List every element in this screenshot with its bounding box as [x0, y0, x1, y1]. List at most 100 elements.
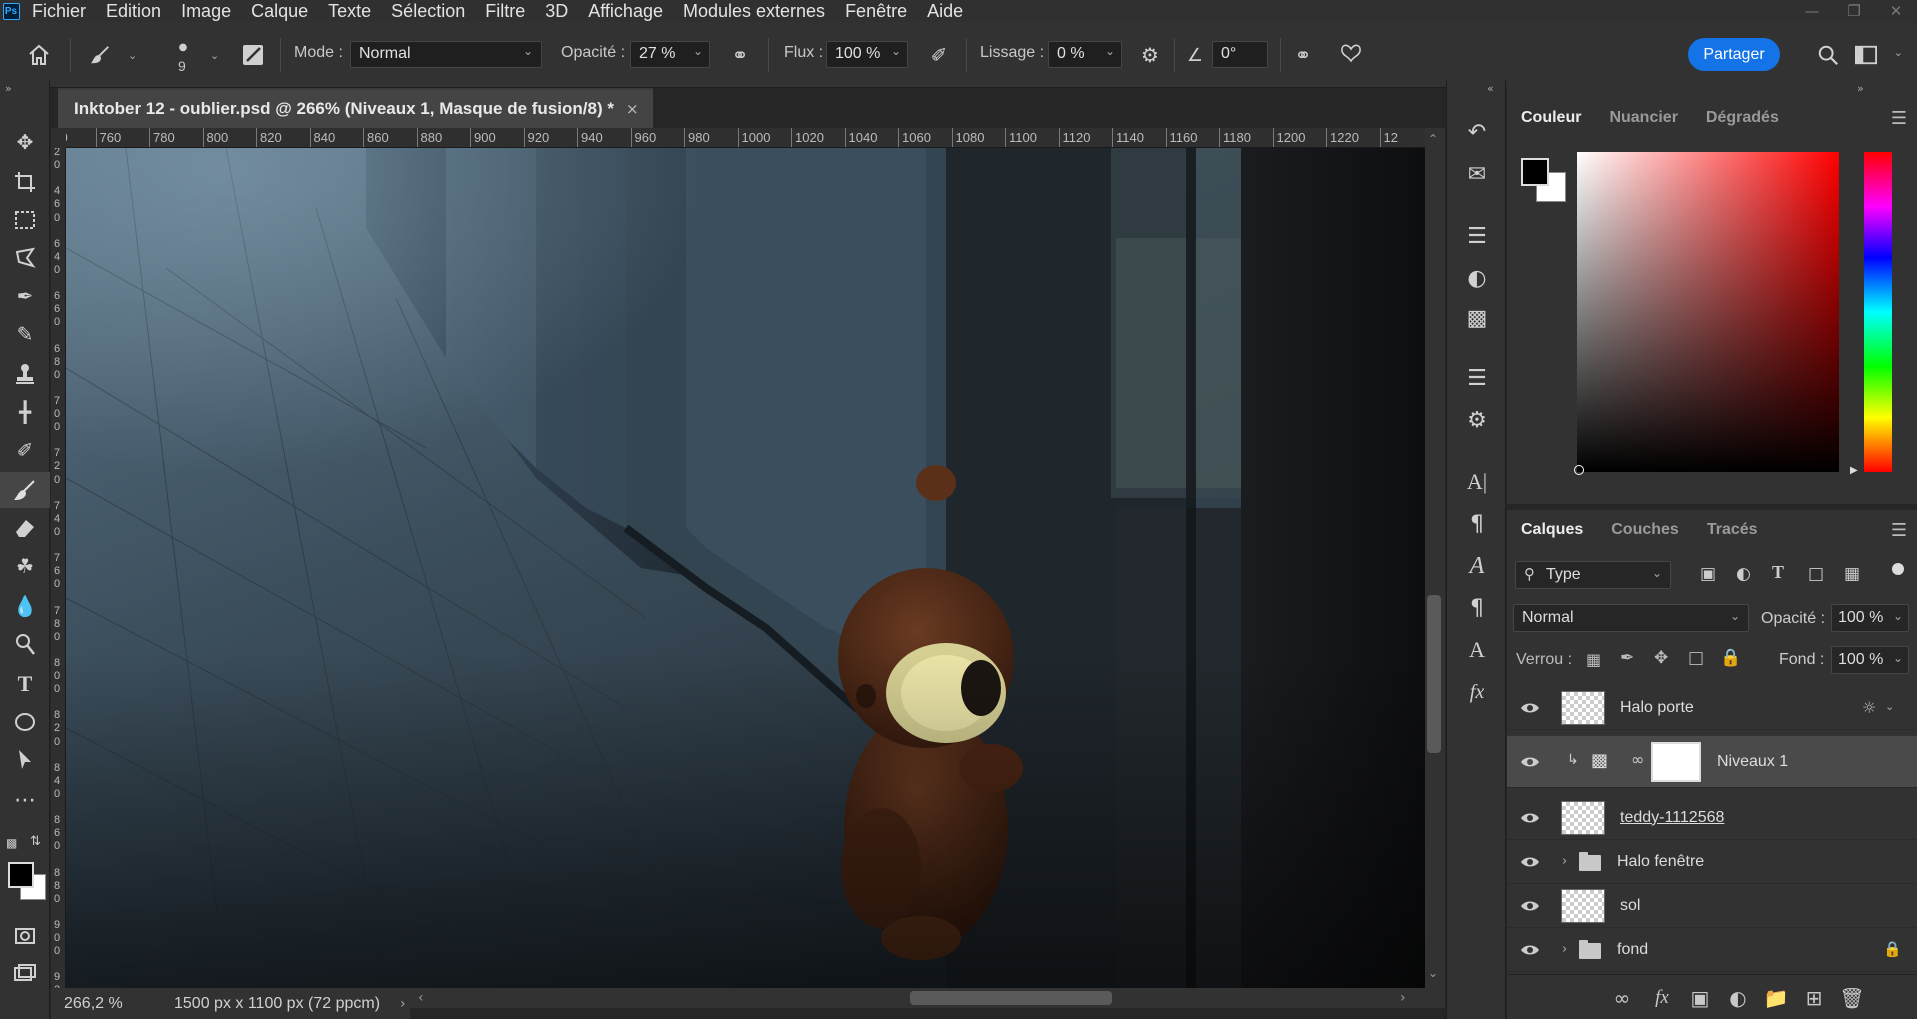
- collapse-toolbar-icon[interactable]: »: [5, 82, 12, 95]
- filter-toggle-icon[interactable]: [1892, 563, 1904, 575]
- opacity-field[interactable]: 27 % ⌄: [630, 41, 710, 68]
- filter-smart-object-icon[interactable]: ▦: [1844, 564, 1860, 584]
- minimize-icon[interactable]: —: [1791, 0, 1833, 22]
- layer-mask-thumbnail[interactable]: [1651, 742, 1701, 782]
- tab-traces[interactable]: Tracés: [1693, 521, 1772, 539]
- paragraph-icon[interactable]: ¶: [1459, 506, 1495, 542]
- menu-edition[interactable]: Edition: [106, 1, 161, 22]
- restore-icon[interactable]: ❐: [1833, 0, 1875, 22]
- menu-aide[interactable]: Aide: [927, 1, 963, 22]
- blend-mode-select[interactable]: Normal ⌄: [1513, 604, 1749, 632]
- lock-pixels-icon[interactable]: ✒: [1620, 648, 1634, 668]
- angle-field[interactable]: 0°: [1212, 41, 1268, 68]
- layer-name[interactable]: Halo fenêtre: [1617, 853, 1704, 871]
- hue-slider[interactable]: [1864, 152, 1892, 472]
- gear-icon[interactable]: ⚙: [1135, 40, 1165, 70]
- vertical-scrollbar[interactable]: [1425, 128, 1445, 988]
- layer-row[interactable]: sol: [1507, 884, 1917, 928]
- flux-field[interactable]: 100 % ⌄: [826, 41, 908, 68]
- new-adjustment-icon[interactable]: ◐: [1725, 985, 1751, 1011]
- character-styles-icon[interactable]: A: [1459, 632, 1495, 668]
- swap-colors-icon[interactable]: ⇅: [30, 834, 41, 849]
- add-mask-icon[interactable]: ▣: [1687, 985, 1713, 1011]
- canvas[interactable]: [66, 148, 1425, 988]
- visibility-eye-icon[interactable]: [1520, 855, 1540, 869]
- menu-selection[interactable]: Sélection: [391, 1, 465, 22]
- visibility-eye-icon[interactable]: [1520, 755, 1540, 769]
- menu-filtre[interactable]: Filtre: [485, 1, 525, 22]
- ellipse-tool-icon[interactable]: [0, 704, 50, 740]
- filter-pixel-icon[interactable]: ▣: [1700, 564, 1716, 584]
- collapse-panels-icon[interactable]: «: [1487, 82, 1494, 95]
- layers-panel-menu-icon[interactable]: ☰: [1891, 520, 1907, 541]
- tab-degrades[interactable]: Dégradés: [1692, 109, 1793, 127]
- lasso-tool-icon[interactable]: [0, 240, 50, 276]
- quick-mask-icon[interactable]: [0, 918, 50, 954]
- layer-row[interactable]: Halo porte ☼ ⌄: [1507, 686, 1917, 730]
- layer-row[interactable]: › fond 🔒: [1507, 928, 1917, 972]
- airbrush-icon[interactable]: ✐: [924, 40, 954, 70]
- mode-select[interactable]: Normal ⌄: [350, 41, 542, 68]
- paint-bucket-icon[interactable]: ☘: [0, 548, 50, 584]
- menu-fichier[interactable]: Fichier: [32, 1, 86, 22]
- foreground-color-swatch[interactable]: [8, 862, 34, 888]
- lock-transparency-icon[interactable]: ▦: [1586, 650, 1601, 669]
- search-icon[interactable]: [1813, 40, 1843, 70]
- layer-opacity-field[interactable]: 100 % ⌄: [1831, 604, 1909, 632]
- layer-row[interactable]: teddy-1112568: [1507, 796, 1917, 840]
- scroll-down-icon[interactable]: ⌄: [1428, 966, 1438, 980]
- menu-3d[interactable]: 3D: [545, 1, 568, 22]
- quick-selection-icon[interactable]: ✎: [0, 316, 50, 352]
- layer-row[interactable]: › Halo fenêtre: [1507, 840, 1917, 884]
- layer-name[interactable]: teddy-1112568: [1620, 809, 1724, 827]
- zoom-level[interactable]: 266,2 %: [64, 995, 154, 1013]
- tab-nuancier[interactable]: Nuancier: [1595, 109, 1691, 127]
- layer-effects-icon[interactable]: ☼: [1862, 698, 1876, 717]
- lock-all-icon[interactable]: 🔒: [1720, 648, 1741, 668]
- new-layer-icon[interactable]: ⊞: [1801, 985, 1827, 1011]
- default-colors-icon[interactable]: ▩: [6, 836, 17, 850]
- menu-affichage[interactable]: Affichage: [588, 1, 663, 22]
- vertical-scroll-thumb[interactable]: [1427, 595, 1441, 753]
- scroll-up-icon[interactable]: ⌃: [1428, 132, 1438, 146]
- layer-effects-chevron-icon[interactable]: ⌄: [1885, 700, 1894, 713]
- workspace-icon[interactable]: [1851, 40, 1881, 70]
- pressure-size-icon[interactable]: ⚭: [1288, 40, 1318, 70]
- visibility-eye-icon[interactable]: [1520, 943, 1540, 957]
- brush-tool-icon[interactable]: [0, 472, 50, 508]
- scroll-right-icon[interactable]: ›: [1400, 990, 1406, 1006]
- pressure-opacity-icon[interactable]: ⚭: [725, 40, 755, 70]
- menu-texte[interactable]: Texte: [328, 1, 371, 22]
- blur-tool-icon[interactable]: 💧: [0, 588, 50, 624]
- pen-tool-icon[interactable]: ✒: [0, 278, 50, 314]
- paragraph-styles-icon[interactable]: ¶: [1459, 590, 1495, 626]
- eraser-tool-icon[interactable]: [0, 510, 50, 546]
- marquee-tool-icon[interactable]: [0, 202, 50, 238]
- tab-calques[interactable]: Calques: [1507, 521, 1597, 539]
- workspace-chevron-icon[interactable]: ⌄: [1894, 46, 1903, 59]
- menu-fenetre[interactable]: Fenêtre: [845, 1, 907, 22]
- move-tool-icon[interactable]: ✥: [0, 124, 50, 160]
- color-field[interactable]: [1577, 152, 1839, 472]
- layer-filter-select[interactable]: ⚲ Type ⌄: [1515, 561, 1671, 589]
- histogram-icon[interactable]: ▩: [1459, 300, 1495, 336]
- eyedropper-tool-icon[interactable]: ✐: [0, 432, 50, 468]
- share-button[interactable]: Partager: [1688, 38, 1780, 71]
- path-selection-icon[interactable]: [0, 742, 50, 778]
- tab-couleur[interactable]: Couleur: [1507, 109, 1595, 127]
- smoothing-field[interactable]: 0 % ⌄: [1048, 41, 1122, 68]
- screen-mode-icon[interactable]: [0, 956, 50, 992]
- filter-adjustment-icon[interactable]: ◐: [1736, 564, 1751, 584]
- stamp-tool-icon[interactable]: [0, 356, 50, 392]
- hue-slider-handle-icon[interactable]: ▶: [1850, 465, 1858, 476]
- tab-couches[interactable]: Couches: [1597, 521, 1693, 539]
- lock-artboard-icon[interactable]: □: [1688, 648, 1704, 668]
- brush-size-chevron-icon[interactable]: ⌄: [210, 49, 219, 62]
- type-tool-icon[interactable]: T: [0, 666, 50, 702]
- chevron-right-icon[interactable]: ›: [1562, 942, 1567, 957]
- layer-name[interactable]: Halo porte: [1620, 699, 1694, 717]
- layer-row-selected[interactable]: ↳ ▩ ∞ Niveaux 1: [1507, 736, 1917, 788]
- brush-preset-icon[interactable]: [86, 40, 116, 70]
- delete-layer-icon[interactable]: 🗑: [1839, 985, 1865, 1011]
- more-tools-icon[interactable]: ⋯: [0, 782, 50, 818]
